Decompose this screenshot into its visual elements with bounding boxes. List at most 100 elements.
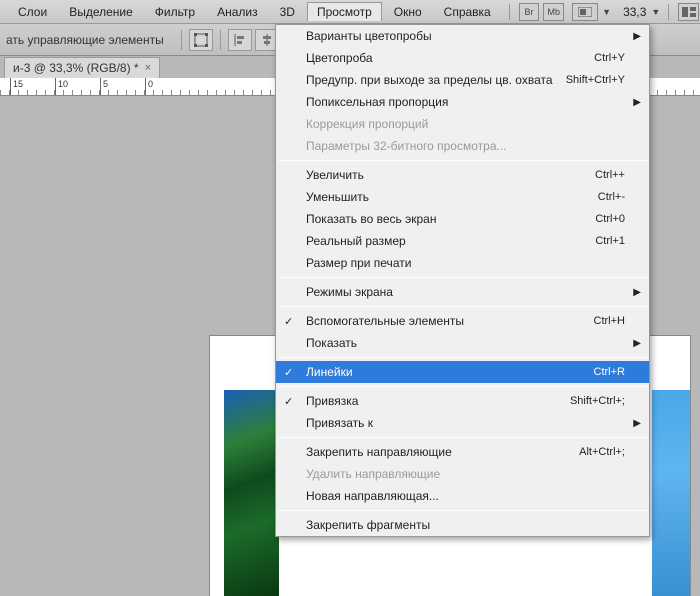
menu-item-label: Попиксельная пропорция xyxy=(306,95,448,109)
transform-controls-button[interactable] xyxy=(189,29,213,51)
menu-separator xyxy=(278,357,647,358)
menu-separator xyxy=(278,160,647,161)
zoom-level[interactable]: 33,3 xyxy=(623,5,646,19)
menu-item-label: Уменьшить xyxy=(306,190,369,204)
menu-item-label: Удалить направляющие xyxy=(306,467,440,481)
menu-item-label: Показать xyxy=(306,336,357,350)
menu-separator xyxy=(278,510,647,511)
menu-item[interactable]: Предупр. при выходе за пределы цв. охват… xyxy=(276,69,649,91)
menu-item-label: Цветопроба xyxy=(306,51,373,65)
menu-item[interactable]: Закрепить направляющие Alt+Ctrl+; xyxy=(276,441,649,463)
submenu-arrow-icon: ▶ xyxy=(633,31,641,42)
menu-item[interactable]: Закрепить фрагменты xyxy=(276,514,649,536)
submenu-arrow-icon: ▶ xyxy=(633,97,641,108)
toolbar-separator xyxy=(181,30,182,50)
menu-item-label: Закрепить направляющие xyxy=(306,445,452,459)
menu-shortcut: Alt+Ctrl+; xyxy=(579,446,625,458)
image-layer xyxy=(652,390,690,596)
menu-view[interactable]: Просмотр xyxy=(307,2,382,21)
menu-shortcut: Ctrl+0 xyxy=(595,213,625,225)
menu-item-label: Увеличить xyxy=(306,168,364,182)
menu-item: Параметры 32-битного просмотра... xyxy=(276,135,649,157)
submenu-arrow-icon: ▶ xyxy=(633,287,641,298)
menu-item-label: Реальный размер xyxy=(306,234,406,248)
menu-item[interactable]: Попиксельная пропорция ▶ xyxy=(276,91,649,113)
menu-item: Удалить направляющие xyxy=(276,463,649,485)
menu-item[interactable]: Размер при печати xyxy=(276,252,649,274)
menu-item[interactable]: Режимы экрана ▶ xyxy=(276,281,649,303)
check-icon: ✓ xyxy=(284,395,293,408)
menu-shortcut: Shift+Ctrl+; xyxy=(570,395,625,407)
ruler-mark: 5 xyxy=(100,78,108,95)
menubar: Слои Выделение Фильтр Анализ 3D Просмотр… xyxy=(0,0,700,24)
menu-item: Коррекция пропорций xyxy=(276,113,649,135)
menu-item[interactable]: Уменьшить Ctrl+- xyxy=(276,186,649,208)
menu-item-label: Параметры 32-битного просмотра... xyxy=(306,139,507,153)
menu-item-label: Привязать к xyxy=(306,416,373,430)
menu-item[interactable]: Привязать к ▶ xyxy=(276,412,649,434)
arrange-button[interactable] xyxy=(678,3,699,21)
menu-item-label: Режимы экрана xyxy=(306,285,393,299)
menu-item-label: Привязка xyxy=(306,394,358,408)
menu-item-label: Новая направляющая... xyxy=(306,489,439,503)
chevron-down-icon: ▼ xyxy=(602,7,611,17)
ruler-mark: 10 xyxy=(55,78,68,95)
menu-shortcut: Ctrl+R xyxy=(594,366,625,378)
menu-item-label: Показать во весь экран xyxy=(306,212,436,226)
submenu-arrow-icon: ▶ xyxy=(633,418,641,429)
align-left-button[interactable] xyxy=(228,29,252,51)
menu-item[interactable]: Реальный размер Ctrl+1 xyxy=(276,230,649,252)
menu-help[interactable]: Справка xyxy=(434,2,501,22)
menu-shortcut: Shift+Ctrl+Y xyxy=(566,74,625,86)
menu-item-label: Размер при печати xyxy=(306,256,411,270)
menu-item-label: Вспомогательные элементы xyxy=(306,314,464,328)
close-icon[interactable]: × xyxy=(145,62,151,74)
toolbar-separator xyxy=(220,30,221,50)
options-label: ать управляющие элементы xyxy=(6,33,164,47)
menu-separator xyxy=(278,437,647,438)
ruler-mark: 0 xyxy=(145,78,153,95)
menu-item[interactable]: Показать ▶ xyxy=(276,332,649,354)
menu-item[interactable]: Варианты цветопробы ▶ xyxy=(276,25,649,47)
menu-separator xyxy=(278,306,647,307)
minibridge-button[interactable]: Mb xyxy=(543,3,564,21)
menu-shortcut: Ctrl+H xyxy=(594,315,625,327)
menu-select[interactable]: Выделение xyxy=(59,2,143,22)
submenu-arrow-icon: ▶ xyxy=(633,338,641,349)
menu-item[interactable]: ✓ Привязка Shift+Ctrl+; xyxy=(276,390,649,412)
menu-item-label: Варианты цветопробы xyxy=(306,29,432,43)
screenmode-button[interactable] xyxy=(572,3,598,21)
menu-filter[interactable]: Фильтр xyxy=(145,2,205,22)
menu-shortcut: Ctrl+Y xyxy=(594,52,625,64)
menu-analysis[interactable]: Анализ xyxy=(207,2,268,22)
menu-item-label: Закрепить фрагменты xyxy=(306,518,430,532)
bridge-button[interactable]: Br xyxy=(519,3,540,21)
menu-separator xyxy=(278,386,647,387)
check-icon: ✓ xyxy=(284,366,293,379)
menu-item-label: Линейки xyxy=(306,365,353,379)
menu-item[interactable]: Показать во весь экран Ctrl+0 xyxy=(276,208,649,230)
menu-item-label: Коррекция пропорций xyxy=(306,117,428,131)
document-tab[interactable]: и-3 @ 33,3% (RGB/8) * × xyxy=(4,57,160,78)
menu-window[interactable]: Окно xyxy=(384,2,432,22)
ruler-mark: 15 xyxy=(10,78,23,95)
menu-item-label: Предупр. при выходе за пределы цв. охват… xyxy=(306,73,553,87)
menu-item[interactable]: Новая направляющая... xyxy=(276,485,649,507)
menu-item[interactable]: ✓ Линейки Ctrl+R xyxy=(276,361,649,383)
menu-shortcut: Ctrl+1 xyxy=(595,235,625,247)
view-menu-dropdown: Варианты цветопробы ▶ Цветопроба Ctrl+Y Пред… xyxy=(275,24,650,537)
image-layer xyxy=(224,390,279,596)
menu-shortcut: Ctrl++ xyxy=(595,169,625,181)
menu-item[interactable]: ✓ Вспомогательные элементы Ctrl+H xyxy=(276,310,649,332)
menu-separator xyxy=(278,277,647,278)
menu-item[interactable]: Увеличить Ctrl++ xyxy=(276,164,649,186)
menu-layers[interactable]: Слои xyxy=(8,2,57,22)
chevron-down-icon: ▼ xyxy=(651,7,660,17)
menu-3d[interactable]: 3D xyxy=(270,2,305,22)
check-icon: ✓ xyxy=(284,315,293,328)
menubar-separator xyxy=(509,4,510,20)
document-tab-title: и-3 @ 33,3% (RGB/8) * xyxy=(13,61,139,75)
menu-item[interactable]: Цветопроба Ctrl+Y xyxy=(276,47,649,69)
menu-shortcut: Ctrl+- xyxy=(598,191,625,203)
menubar-separator xyxy=(668,4,669,20)
